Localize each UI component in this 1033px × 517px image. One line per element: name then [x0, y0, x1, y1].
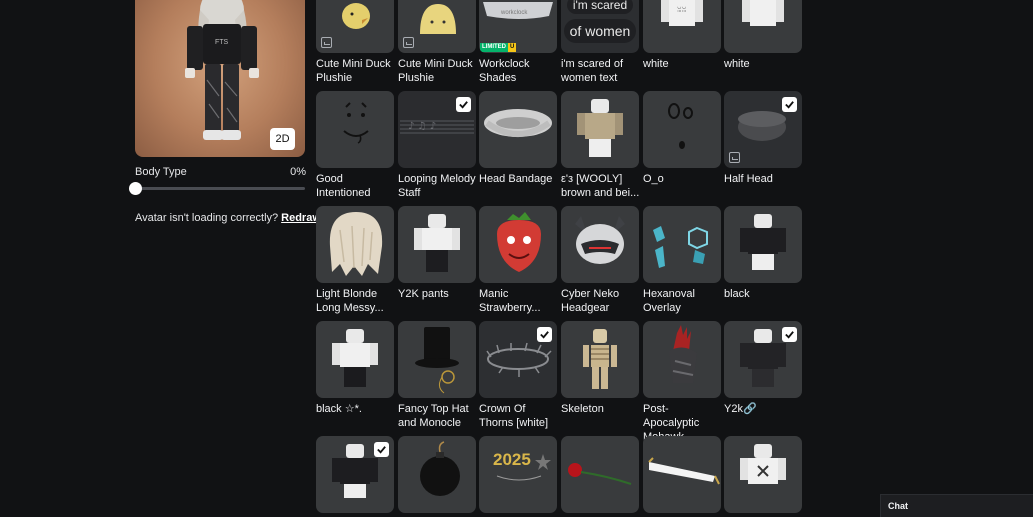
face-icon	[343, 102, 369, 144]
avatar-clothing-icon	[740, 444, 786, 484]
item-name: Workclock Shades	[479, 58, 530, 84]
svg-text:workclock: workclock	[500, 10, 528, 16]
dynamic-head-icon	[403, 37, 414, 48]
item-thumbnail: 2025	[479, 436, 557, 513]
item-thumbnail	[724, 0, 802, 53]
neko-headgear-icon	[575, 216, 625, 264]
body-type-value: 0%	[290, 166, 306, 178]
item-name: Good Intentioned	[316, 173, 371, 199]
chat-label: Chat	[888, 501, 908, 511]
avatar-clothing-icon	[742, 0, 784, 26]
item-thumbnail: i'm scared of women	[561, 0, 639, 53]
svg-text:♪ ♫ ♪: ♪ ♫ ♪	[408, 121, 436, 132]
item-name: Light Blonde Long Messy...	[316, 288, 384, 314]
body-type-slider-track[interactable]	[135, 187, 305, 190]
item-thumbnail	[316, 321, 394, 398]
equipped-checkmark-icon[interactable]	[456, 97, 471, 112]
item-thumbnail	[316, 91, 394, 168]
star-icon	[496, 454, 551, 481]
item-thumbnail	[316, 0, 394, 53]
mohawk-icon	[669, 325, 697, 383]
item-name: Half Head	[724, 173, 773, 185]
item-thumbnail: ꈍꈍ	[643, 0, 721, 53]
item-name: black	[724, 288, 750, 300]
item-name: Fancy Top Hat and Monocle	[398, 403, 469, 429]
face-icon	[668, 103, 693, 149]
item-name: Crown Of Thorns [white]	[479, 403, 549, 429]
equipped-checkmark-icon[interactable]	[537, 327, 552, 342]
equipped-checkmark-icon[interactable]	[374, 442, 389, 457]
item-thumbnail	[398, 206, 476, 283]
item-name: Cyber Neko Headgear	[561, 288, 620, 314]
item-thumbnail	[724, 436, 802, 513]
item-name: Head Bandage	[479, 173, 553, 185]
item-thumbnail	[724, 206, 802, 283]
item-name: white	[643, 58, 669, 70]
item-thumbnail	[561, 206, 639, 283]
body-type-label: Body Type	[135, 166, 187, 178]
hex-overlay-icon	[653, 226, 708, 268]
item-name: Skeleton	[561, 403, 604, 415]
chat-bar[interactable]: Chat	[880, 494, 1033, 517]
item-thumbnail	[316, 206, 394, 283]
item-thumbnail	[479, 91, 557, 168]
item-name: Looping Melody Staff	[398, 173, 476, 199]
dynamic-head-icon	[729, 152, 740, 163]
avatar-clothing-icon	[740, 214, 786, 270]
redraw-link[interactable]: Redraw	[281, 212, 321, 224]
item-name: Manic Strawberry...	[479, 288, 541, 314]
body-type-slider-thumb[interactable]	[129, 182, 142, 195]
item-thumbnail	[398, 321, 476, 398]
bomb-icon	[420, 441, 460, 496]
equipped-checkmark-icon[interactable]	[782, 97, 797, 112]
item-name: black ☆*.	[316, 403, 362, 415]
avatar-clothing-icon	[414, 214, 460, 272]
skeleton-icon	[583, 329, 617, 389]
item-thumbnail	[561, 321, 639, 398]
item-name: Cute Mini Duck Plushie	[316, 58, 391, 84]
item-thumbnail	[561, 436, 639, 513]
item-name: i'm scared of women text	[561, 58, 624, 84]
svg-text:FTS: FTS	[215, 39, 229, 46]
rose-icon	[568, 463, 632, 485]
equipped-checkmark-icon[interactable]	[782, 327, 797, 342]
item-thumbnail	[643, 321, 721, 398]
item-thumbnail	[398, 436, 476, 513]
thumb-text-line-2: of women	[564, 19, 636, 43]
avatar-clothing-icon: ꈍꈍ	[661, 0, 703, 26]
avatar-clothing-icon	[332, 329, 378, 387]
item-thumbnail	[643, 91, 721, 168]
item-name: O_o	[643, 173, 664, 185]
item-thumbnail	[398, 0, 476, 53]
glasses-icon	[648, 457, 720, 485]
svg-text:ꈍꈍ: ꈍꈍ	[677, 6, 686, 14]
top-hat-icon	[415, 327, 459, 394]
item-thumbnail: workclock LIMITED U	[479, 0, 557, 53]
bandage-icon	[484, 109, 552, 137]
strawberry-icon	[497, 212, 541, 272]
item-thumbnail	[643, 206, 721, 283]
limited-badge: LIMITED U	[480, 43, 517, 52]
limited-label: LIMITED	[480, 43, 508, 52]
thumb-text-line-1: i'm scared	[567, 0, 633, 14]
item-name: Y2k🔗	[724, 403, 757, 415]
avatar-loading-text: Avatar isn't loading correctly?	[135, 212, 279, 224]
item-name: Y2K pants	[398, 288, 449, 300]
dynamic-head-icon	[321, 37, 332, 48]
item-thumbnail	[561, 91, 639, 168]
limited-u-label: U	[508, 43, 517, 52]
avatar-loading-message: Avatar isn't loading correctly? Redraw	[135, 212, 321, 224]
item-name: ε'з [WOOLY] brown and bei...	[561, 173, 640, 199]
hair-icon	[329, 212, 383, 276]
item-name: Hexanoval Overlay	[643, 288, 695, 314]
item-name: white	[724, 58, 750, 70]
view-2d-toggle-button[interactable]: 2D	[270, 128, 295, 150]
avatar-clothing-icon	[577, 99, 623, 157]
item-thumbnail	[479, 206, 557, 283]
item-name: Cute Mini Duck Plushie	[398, 58, 473, 84]
item-thumbnail	[643, 436, 721, 513]
